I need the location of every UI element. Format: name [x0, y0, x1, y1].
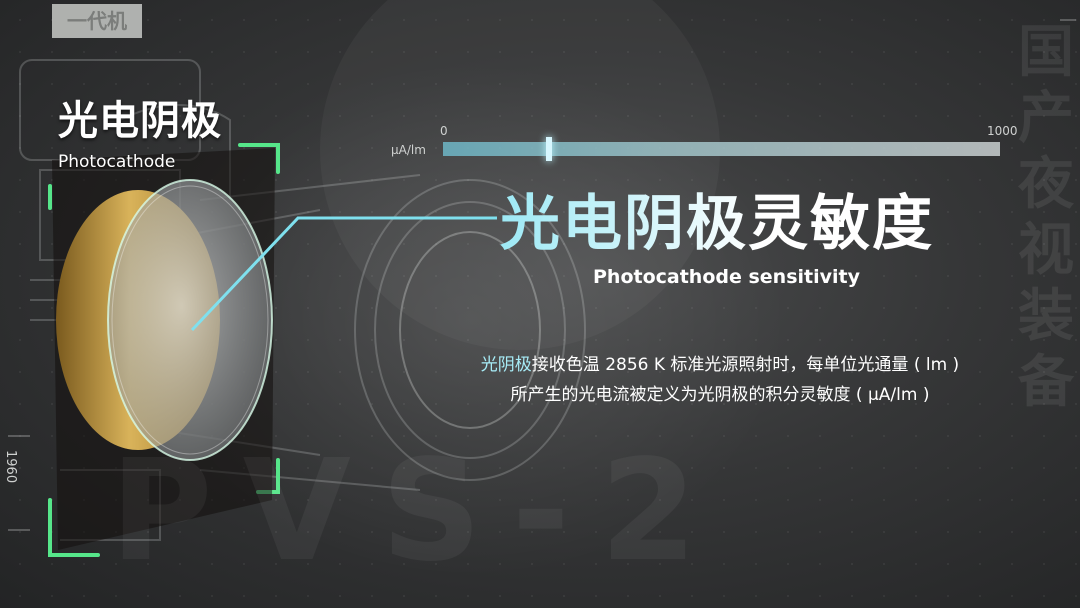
description: 光阴极接收色温 2856 K 标准光源照射时，每单位光通量 ( lm ) 所产生…	[440, 350, 1000, 410]
description-line-1-text: 接收色温 2856 K 标准光源照射时，每单位光通量 ( lm )	[531, 355, 960, 375]
description-highlight: 光阴极	[480, 355, 532, 375]
slide: PVS-2 国产夜视装备 一代机 光电阴极 Photocathode 1960 …	[0, 0, 1080, 608]
generation-badge: 一代机	[52, 4, 142, 38]
scale-max: 1000	[987, 124, 1018, 138]
sensitivity-marker	[545, 137, 552, 161]
description-line-1: 光阴极接收色温 2856 K 标准光源照射时，每单位光通量 ( lm )	[440, 350, 1000, 380]
watermark-vertical: 国产夜视装备	[1018, 20, 1074, 415]
heading-en: Photocathode sensitivity	[593, 266, 860, 288]
component-title-en: Photocathode	[58, 152, 176, 172]
sensitivity-scale-bar	[443, 142, 1000, 156]
heading-zh: 光电阴极灵敏度	[500, 175, 934, 262]
scale-unit: µA/lm	[391, 143, 426, 157]
watermark-model: PVS-2	[110, 430, 728, 593]
description-line-2: 所产生的光电流被定义为光阴极的积分灵敏度 ( µA/lm )	[510, 385, 930, 405]
component-title-zh: 光电阴极	[58, 98, 222, 144]
year-label: 1960	[3, 450, 18, 484]
photocathode-lens	[56, 179, 273, 461]
scale-min: 0	[440, 124, 448, 138]
